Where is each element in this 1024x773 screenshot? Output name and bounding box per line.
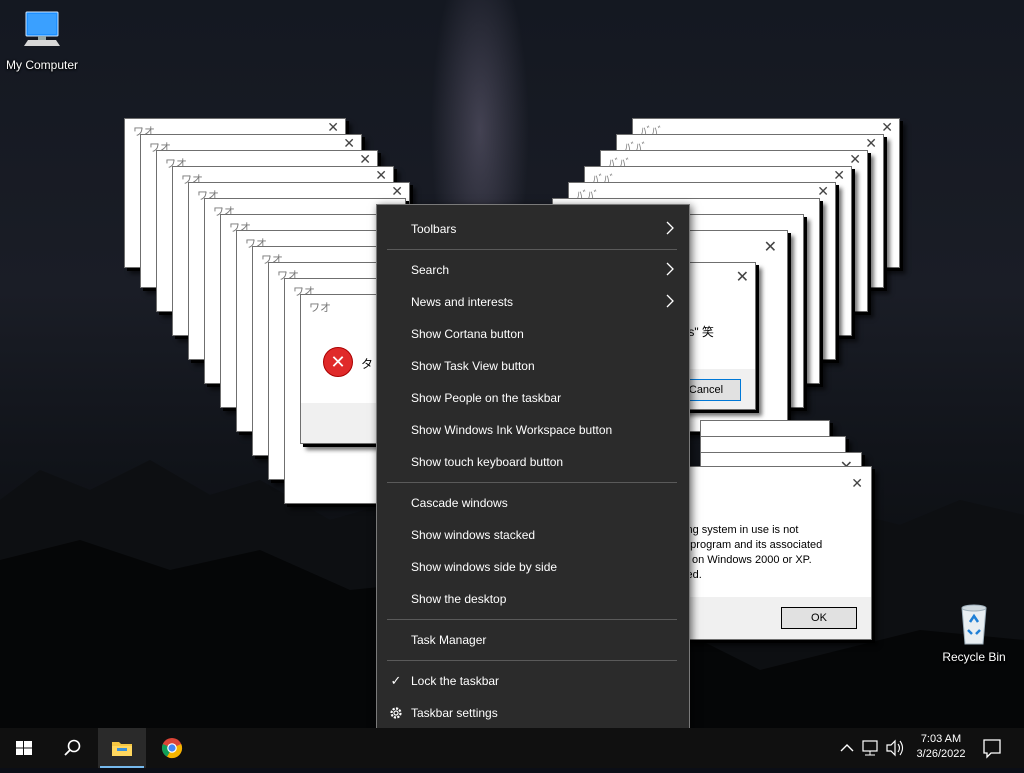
recycle-bin-icon: [950, 600, 998, 648]
my-computer-label: My Computer: [5, 58, 79, 72]
action-center-button[interactable]: [980, 728, 1004, 768]
menu-item-cascade-windows[interactable]: Cascade windows: [377, 487, 689, 519]
menu-separator: [387, 249, 677, 250]
menu-item-show-windows-side-by-side[interactable]: Show windows side by side: [377, 551, 689, 583]
menu-item-show-the-desktop[interactable]: Show the desktop: [377, 583, 689, 615]
clock-date: 3/26/2022: [916, 748, 966, 760]
desktop[interactable]: My Computer Recycle Bin ワオ ✕ ワオ ✕ ワオ ✕ ワオ ✕ …: [0, 0, 1024, 728]
menu-separator: [387, 619, 677, 620]
network-button[interactable]: [860, 728, 882, 768]
menu-item-task-manager[interactable]: Task Manager: [377, 624, 689, 656]
menu-item-search[interactable]: Search: [377, 254, 689, 286]
network-icon: [862, 740, 878, 756]
menu-item-taskbar-settings[interactable]: Taskbar settings: [377, 697, 689, 728]
ok-button[interactable]: OK: [781, 607, 857, 629]
error-icon: ✕: [323, 347, 353, 377]
dialog-message: ting system in use is not p program and …: [681, 524, 823, 581]
recycle-bin-shortcut[interactable]: Recycle Bin: [932, 600, 1016, 664]
computer-icon: [18, 8, 66, 56]
notification-icon: [983, 739, 1001, 759]
menu-item-show-people[interactable]: Show People on the taskbar: [377, 382, 689, 414]
clock-time: 7:03 AM: [920, 733, 962, 745]
chrome-icon: [161, 738, 183, 759]
menu-item-show-touch-keyboard[interactable]: Show touch keyboard button: [377, 446, 689, 478]
close-icon[interactable]: ✕: [764, 237, 777, 257]
menu-item-show-task-view-button[interactable]: Show Task View button: [377, 350, 689, 382]
chevron-right-icon: [666, 262, 674, 276]
checkmark-icon: ✓: [390, 673, 402, 688]
taskbar[interactable]: 7:03 AM 3/26/2022: [0, 728, 1024, 768]
chrome-button[interactable]: [148, 728, 196, 768]
search-icon: [64, 739, 81, 756]
close-icon[interactable]: ✕: [851, 475, 863, 492]
taskbar-context-menu: Toolbars Search News and interests Show …: [376, 204, 690, 728]
file-explorer-button[interactable]: [98, 728, 146, 768]
chevron-right-icon: [666, 221, 674, 235]
menu-item-show-windows-stacked[interactable]: Show windows stacked: [377, 519, 689, 551]
chevron-right-icon: [666, 294, 674, 308]
menu-separator: [387, 482, 677, 483]
menu-item-news-and-interests[interactable]: News and interests: [377, 286, 689, 318]
file-explorer-icon: [112, 742, 132, 756]
dialog-message: タ: [361, 357, 374, 371]
menu-separator: [387, 660, 677, 661]
volume-icon: [886, 739, 904, 757]
start-button[interactable]: [0, 728, 48, 768]
my-computer-shortcut[interactable]: My Computer: [0, 8, 84, 72]
error-dialog-front[interactable]: ✕ ting system in use is not p program an…: [680, 466, 872, 640]
close-icon[interactable]: ✕: [736, 267, 749, 287]
clock[interactable]: 7:03 AM 3/26/2022: [908, 732, 974, 762]
menu-item-lock-the-taskbar[interactable]: ✓ Lock the taskbar: [377, 665, 689, 697]
menu-item-show-ink-workspace[interactable]: Show Windows Ink Workspace button: [377, 414, 689, 446]
menu-item-show-cortana-button[interactable]: Show Cortana button: [377, 318, 689, 350]
dialog-caption: ワオ: [309, 302, 331, 314]
chevron-up-icon: [840, 744, 854, 752]
volume-button[interactable]: [884, 728, 906, 768]
gear-icon: [390, 707, 402, 719]
search-button[interactable]: [48, 728, 96, 768]
menu-item-toolbars[interactable]: Toolbars: [377, 213, 689, 245]
recycle-bin-label: Recycle Bin: [942, 650, 1006, 664]
start-icon: [16, 741, 32, 755]
show-hidden-icons-button[interactable]: [838, 728, 856, 768]
